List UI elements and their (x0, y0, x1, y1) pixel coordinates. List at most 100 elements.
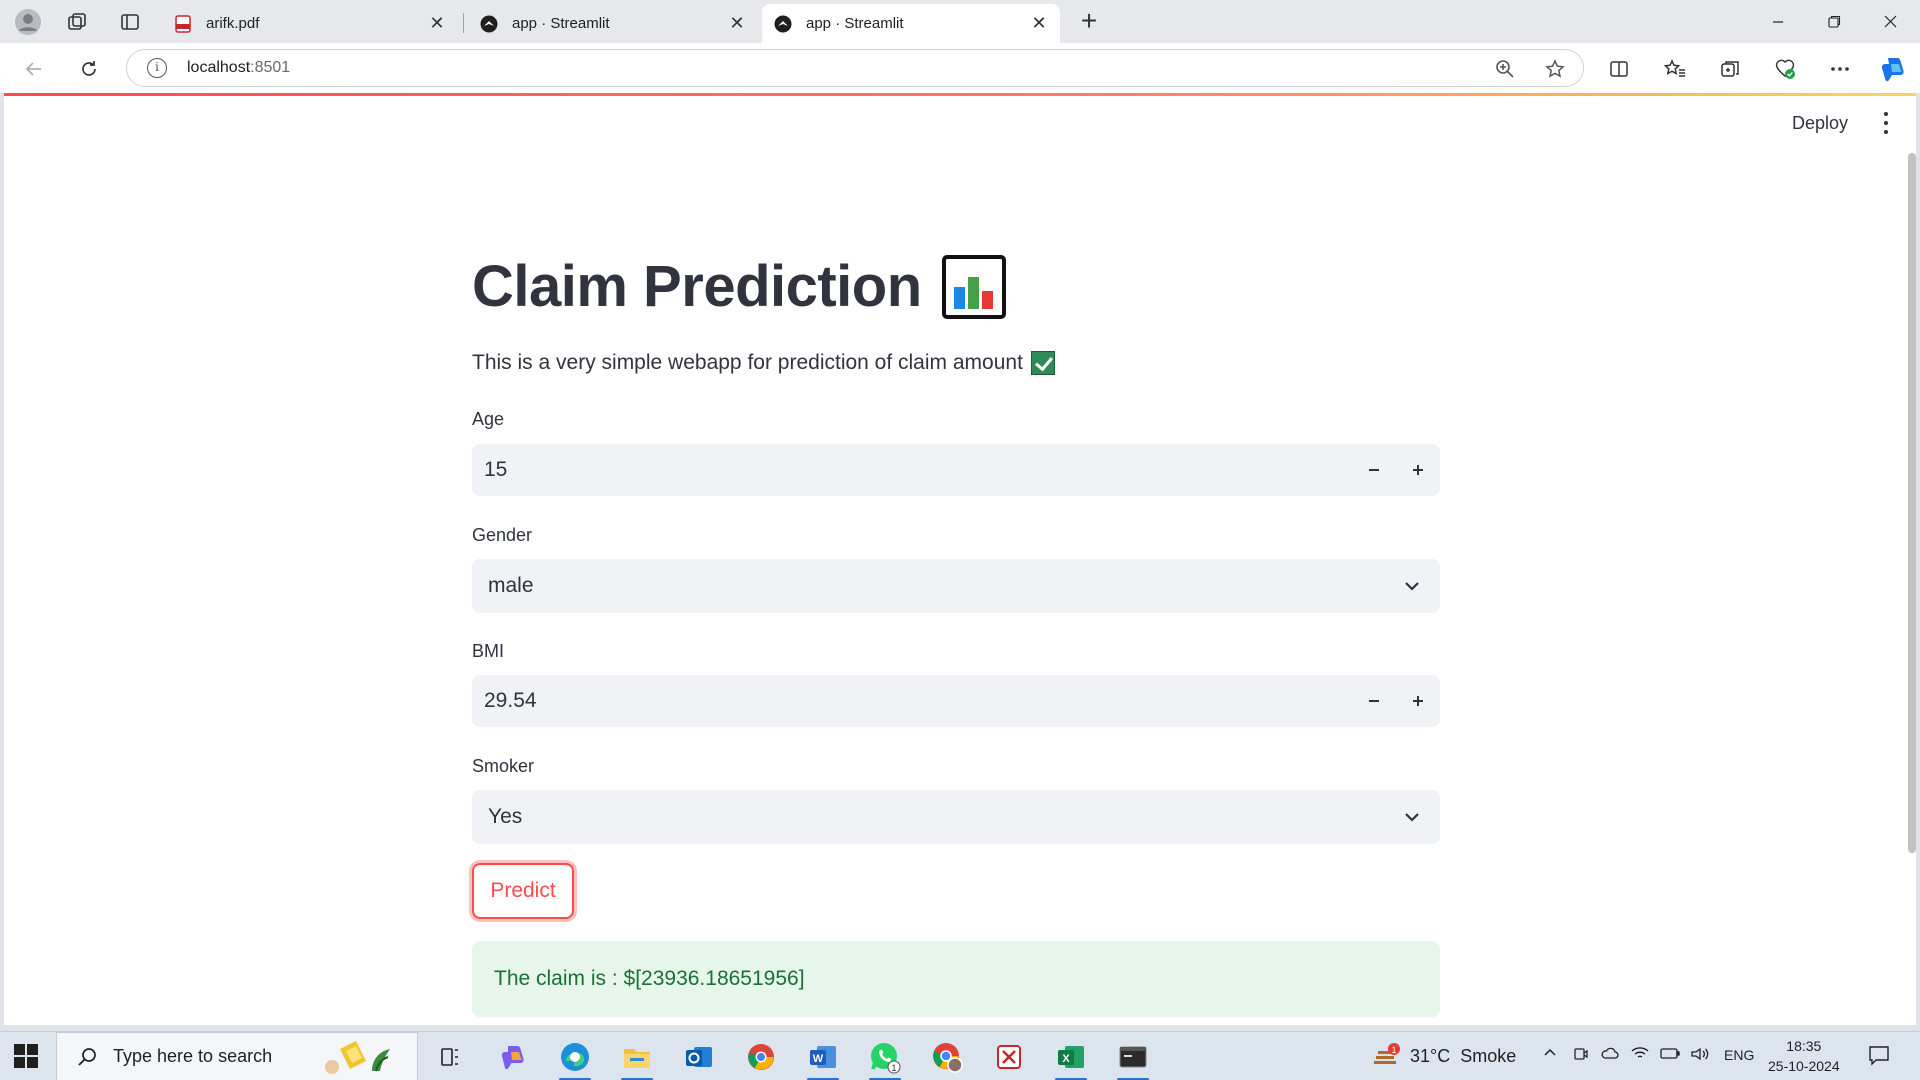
whatsapp-icon[interactable]: 1 (865, 1039, 905, 1080)
age-label: Age (472, 409, 505, 429)
deploy-button[interactable]: Deploy (1792, 113, 1848, 134)
favorite-star-icon[interactable] (1543, 57, 1567, 81)
svg-text:X: X (1062, 1053, 1070, 1065)
meet-now-icon[interactable] (1573, 1046, 1589, 1065)
favorites-icon[interactable] (1660, 55, 1690, 83)
excel-icon[interactable]: X (1051, 1039, 1091, 1080)
outlook-icon[interactable] (679, 1039, 719, 1075)
age-increment-button[interactable] (1396, 444, 1440, 496)
tab-label: app · Streamlit (806, 15, 904, 32)
word-icon[interactable]: W (803, 1039, 843, 1080)
taskbar-search-box[interactable]: Type here to search (56, 1032, 418, 1080)
app-description: This is a very simple webapp for predict… (472, 351, 1055, 375)
file-explorer-icon[interactable] (617, 1039, 657, 1080)
result-text: The claim is : $[23936.18651956] (494, 967, 805, 990)
check-mark-icon (1030, 351, 1055, 375)
notifications-icon[interactable] (1868, 1044, 1890, 1069)
minimize-button[interactable] (1750, 0, 1806, 43)
svg-text:1: 1 (1391, 1045, 1396, 1055)
chevron-down-icon[interactable] (1384, 791, 1440, 843)
url-text: localhost:8501 (187, 59, 291, 76)
page-scrollbar[interactable] (1908, 153, 1916, 853)
battery-icon[interactable] (1660, 1046, 1680, 1063)
terminal-icon[interactable] (1113, 1039, 1153, 1080)
search-highlight-icon (325, 1040, 391, 1074)
streamlit-page: Deploy Claim Prediction This is a very s… (4, 93, 1916, 1025)
chrome-profile-icon[interactable] (927, 1039, 967, 1075)
clock[interactable]: 18:35 25-10-2024 (1768, 1036, 1840, 1076)
plus-icon (1413, 465, 1423, 475)
reload-icon[interactable] (73, 53, 105, 85)
weather-widget[interactable]: 1 31°C Smoke (1370, 1042, 1516, 1070)
svg-text:W: W (813, 1053, 824, 1065)
tab-streamlit-1[interactable]: app · Streamlit ✕ (468, 4, 758, 43)
tab-actions-icon[interactable] (115, 7, 145, 37)
search-placeholder: Type here to search (113, 1046, 273, 1066)
streamlit-icon (480, 15, 498, 32)
windows-start-icon[interactable] (14, 1044, 38, 1068)
smoker-value: Yes (488, 805, 523, 828)
split-screen-icon[interactable] (1604, 55, 1634, 83)
collections-icon[interactable] (1715, 55, 1745, 83)
show-hidden-icons[interactable] (1543, 1046, 1557, 1063)
gender-label: Gender (472, 525, 533, 545)
main-menu-icon[interactable] (1876, 110, 1896, 136)
pdf-icon (175, 14, 191, 33)
close-tab-icon[interactable]: ✕ (728, 13, 746, 34)
app-description-text: This is a very simple webapp for predict… (472, 351, 1023, 374)
gender-value: male (488, 574, 534, 597)
clock-time: 18:35 (1786, 1038, 1822, 1054)
language-indicator[interactable]: ENG (1724, 1047, 1754, 1063)
edge-icon[interactable] (555, 1039, 595, 1080)
page-title: Claim Prediction (472, 253, 1006, 320)
gender-select[interactable]: male (472, 559, 1440, 613)
bmi-number-input[interactable]: 29.54 (472, 675, 1440, 727)
restore-button[interactable] (1806, 0, 1862, 43)
close-tab-icon[interactable]: ✕ (1030, 13, 1048, 34)
bmi-label: BMI (472, 641, 505, 661)
tab-label: app · Streamlit (512, 15, 610, 32)
more-menu-icon[interactable] (1825, 55, 1855, 83)
smoker-select[interactable]: Yes (472, 790, 1440, 844)
predict-button[interactable]: Predict (472, 863, 574, 919)
browser-essentials-icon[interactable] (1770, 55, 1800, 83)
chrome-icon[interactable] (741, 1039, 781, 1075)
age-number-input[interactable]: 15 (472, 444, 1440, 496)
tab-pdf[interactable]: arifk.pdf ✕ (162, 4, 458, 43)
weather-icon: 1 (1374, 1043, 1400, 1064)
new-tab-button[interactable]: + (1073, 6, 1105, 38)
browser-tab-bar: arifk.pdf ✕ app · Streamlit ✕ app · Stre… (0, 0, 1920, 43)
top-decoration-bar (4, 93, 1916, 96)
site-info-icon[interactable]: i (147, 58, 167, 78)
weather-condition: Smoke (1460, 1045, 1517, 1066)
streamlit-icon (774, 15, 792, 32)
age-decrement-button[interactable] (1352, 444, 1396, 496)
volume-icon[interactable] (1690, 1046, 1710, 1065)
copilot-taskbar-icon[interactable] (493, 1039, 533, 1075)
close-tab-icon[interactable]: ✕ (428, 13, 446, 34)
bmi-increment-button[interactable] (1396, 675, 1440, 727)
workspaces-icon[interactable] (62, 7, 92, 37)
success-alert: The claim is : $[23936.18651956] (472, 941, 1440, 1017)
profile-icon[interactable] (13, 7, 43, 37)
copilot-icon[interactable] (1878, 55, 1908, 83)
age-value[interactable]: 15 (472, 458, 1352, 482)
close-window-button[interactable] (1862, 0, 1918, 43)
clock-date: 25-10-2024 (1768, 1058, 1840, 1074)
tab-separator (463, 13, 464, 33)
smoker-label: Smoker (472, 756, 535, 776)
page-title-text: Claim Prediction (472, 254, 922, 319)
url-field[interactable]: i localhost:8501 (126, 49, 1584, 87)
zoom-icon[interactable] (1493, 57, 1517, 81)
onedrive-icon[interactable] (1601, 1046, 1619, 1063)
task-view-icon[interactable] (430, 1039, 470, 1075)
tab-streamlit-active[interactable]: app · Streamlit ✕ (762, 4, 1060, 43)
wifi-icon[interactable] (1631, 1046, 1649, 1063)
tool-app-icon[interactable] (989, 1039, 1029, 1075)
minus-icon (1369, 700, 1379, 702)
chevron-down-icon[interactable] (1384, 560, 1440, 612)
bmi-decrement-button[interactable] (1352, 675, 1396, 727)
bmi-value[interactable]: 29.54 (472, 689, 1352, 713)
whatsapp-badge: 1 (891, 1063, 896, 1073)
back-icon[interactable] (18, 53, 50, 85)
